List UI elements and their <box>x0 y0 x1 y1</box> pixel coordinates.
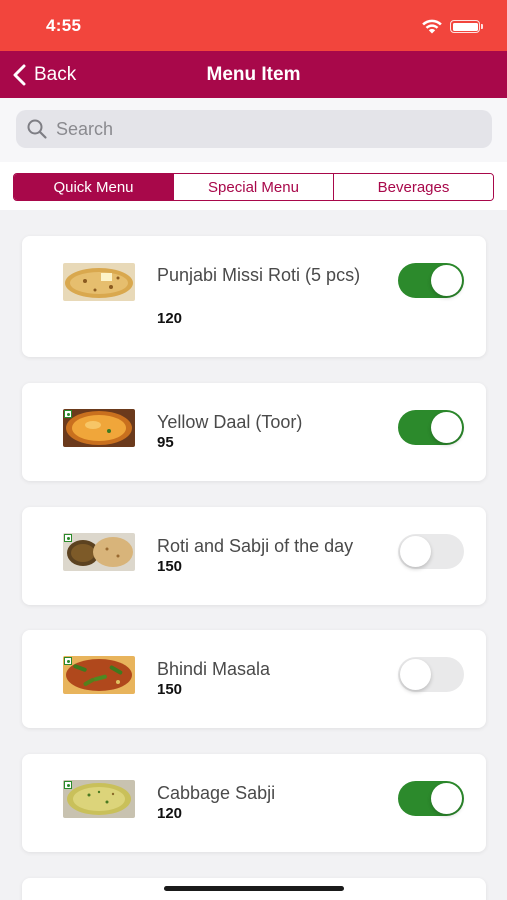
item-name: Roti and Sabji of the day <box>157 536 354 556</box>
availability-toggle[interactable] <box>398 410 464 445</box>
tab-special-menu[interactable]: Special Menu <box>174 174 334 200</box>
food-thumbnail <box>63 409 135 447</box>
menu-item-card[interactable]: Roti and Sabji of the day 150 <box>22 507 486 605</box>
segment-area: Quick Menu Special Menu Beverages <box>0 162 507 210</box>
menu-item-card[interactable]: Punjabi Missi Roti (5 pcs) 120 <box>22 236 486 357</box>
status-time: 4:55 <box>46 16 82 35</box>
veg-indicator-icon <box>64 534 72 542</box>
back-button[interactable]: Back <box>12 51 76 98</box>
tab-quick-menu[interactable]: Quick Menu <box>14 174 174 200</box>
search-input[interactable] <box>56 118 476 140</box>
nav-bar: Back Menu Item <box>0 51 507 98</box>
item-name: Yellow Daal (Toor) <box>157 412 303 432</box>
chevron-left-icon <box>13 64 26 85</box>
item-price: 120 <box>157 310 183 327</box>
tab-beverages[interactable]: Beverages <box>334 174 493 200</box>
veg-indicator-icon <box>64 781 72 789</box>
veg-indicator-icon <box>64 410 72 418</box>
food-thumbnail <box>63 780 135 818</box>
item-name: Punjabi Missi Roti (5 pcs) <box>157 265 361 285</box>
availability-toggle[interactable] <box>398 657 464 692</box>
menu-item-card[interactable]: Yellow Daal (Toor) 95 <box>22 383 486 481</box>
home-indicator <box>164 886 344 891</box>
veg-indicator-icon <box>64 657 72 665</box>
food-thumbnail <box>63 533 135 571</box>
food-thumbnail <box>63 263 135 301</box>
item-name: Bhindi Masala <box>157 659 271 679</box>
item-price: 150 <box>157 558 183 575</box>
menu-category-tabs: Quick Menu Special Menu Beverages <box>13 173 494 201</box>
search-box[interactable] <box>16 110 492 148</box>
availability-toggle[interactable] <box>398 263 464 298</box>
food-thumbnail <box>63 656 135 694</box>
wifi-icon <box>422 19 442 34</box>
back-label: Back <box>34 63 77 85</box>
search-icon <box>27 119 47 139</box>
availability-toggle[interactable] <box>398 781 464 816</box>
battery-icon <box>450 20 483 33</box>
item-price: 120 <box>157 805 183 822</box>
menu-item-card[interactable]: Bhindi Masala 150 <box>22 630 486 728</box>
status-bar: 4:55 <box>0 0 507 51</box>
availability-toggle[interactable] <box>398 534 464 569</box>
item-price: 95 <box>157 434 174 451</box>
menu-item-card[interactable]: Cabbage Sabji 120 <box>22 754 486 852</box>
item-price: 150 <box>157 681 183 698</box>
item-name: Cabbage Sabji <box>157 783 276 803</box>
search-bar <box>0 98 507 162</box>
